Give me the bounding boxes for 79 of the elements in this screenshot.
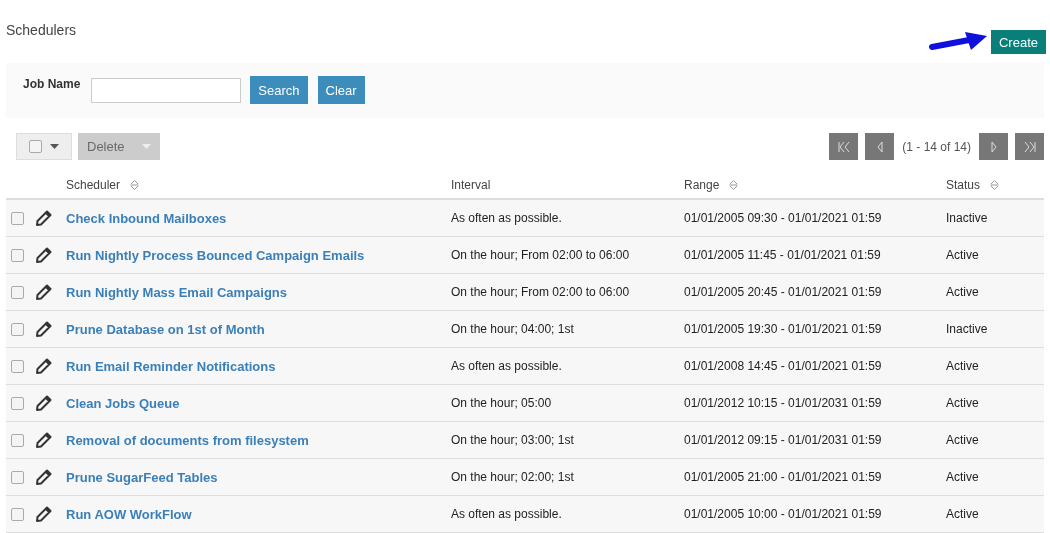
scheduler-link[interactable]: Clean Jobs Queue — [66, 395, 180, 411]
last-page-button[interactable] — [1015, 133, 1044, 160]
scheduler-link[interactable]: Run Nightly Process Bounced Campaign Emails — [66, 247, 365, 263]
scheduler-link[interactable]: Run Nightly Mass Email Campaigns — [66, 284, 288, 300]
pencil-icon[interactable] — [36, 395, 52, 411]
next-page-button[interactable] — [979, 133, 1008, 160]
range-cell-text: 01/01/2005 21:00 - 01/01/2021 01:59 — [684, 470, 883, 484]
pencil-icon[interactable] — [36, 432, 52, 448]
row-checkbox[interactable] — [11, 470, 24, 484]
range-cell-text: 01/01/2005 10:00 - 01/01/2021 01:59 — [684, 507, 883, 521]
sort-icon — [729, 179, 739, 191]
job-name-field[interactable] — [91, 77, 242, 103]
interval-cell-text: On the hour; From 02:00 to 06:00 — [451, 248, 631, 262]
search-button[interactable]: Search — [250, 76, 308, 105]
last-page-icon — [1023, 141, 1036, 152]
scheduler-link[interactable]: Check Inbound Mailboxes — [66, 210, 227, 226]
triangle-left-icon — [876, 141, 883, 152]
column-header[interactable]: Range — [684, 178, 739, 192]
first-page-icon — [837, 141, 850, 152]
range-cell-text: 01/01/2008 14:45 - 01/01/2021 01:59 — [684, 359, 883, 373]
pencil-icon[interactable] — [36, 247, 52, 263]
status-cell-text: Active — [946, 507, 980, 521]
first-page-button[interactable] — [829, 133, 859, 160]
interval-cell-text: On the hour; 04:00; 1st — [451, 322, 575, 336]
interval-cell-text: On the hour; 05:00 — [451, 396, 553, 410]
interval-cell-text: As often as possible. — [451, 359, 563, 373]
status-cell-text: Active — [946, 433, 980, 447]
caret-icon — [142, 144, 151, 149]
scheduler-link[interactable]: Prune SugarFeed Tables — [66, 469, 218, 485]
status-cell-text: Active — [946, 248, 980, 262]
pencil-icon[interactable] — [36, 210, 52, 226]
status-cell-text: Inactive — [946, 211, 989, 225]
sort-icon — [990, 179, 1000, 191]
row-checkbox[interactable] — [11, 433, 24, 447]
sort-icon — [130, 179, 140, 191]
range-cell-text: 01/01/2005 20:45 - 01/01/2021 01:59 — [684, 285, 883, 299]
pencil-icon[interactable] — [36, 506, 52, 522]
caret-icon — [50, 144, 59, 149]
pencil-icon[interactable] — [36, 321, 52, 337]
scheduler-link[interactable]: Prune Database on 1st of Month — [66, 321, 265, 337]
status-cell-text: Inactive — [946, 322, 989, 336]
status-cell-text: Active — [946, 359, 980, 373]
range-cell-text: 01/01/2012 09:15 - 01/01/2031 01:59 — [684, 433, 883, 447]
interval-cell-text: On the hour; 02:00; 1st — [451, 470, 575, 484]
row-checkbox[interactable] — [11, 285, 24, 299]
column-header[interactable]: Scheduler — [66, 178, 140, 192]
row-checkbox[interactable] — [11, 322, 24, 336]
create-button[interactable]: Create — [990, 30, 1046, 54]
job-name-label: Job Name — [23, 76, 81, 91]
interval-cell-text: As often as possible. — [451, 507, 563, 521]
interval-cell-text: As often as possible. — [451, 211, 563, 225]
page-title: Schedulers — [6, 22, 77, 38]
row-checkbox[interactable] — [11, 507, 24, 521]
pencil-icon[interactable] — [36, 358, 52, 374]
range-cell-text: 01/01/2012 10:15 - 01/01/2031 01:59 — [684, 396, 883, 410]
status-cell-text: Active — [946, 285, 980, 299]
interval-cell-text: On the hour; From 02:00 to 06:00 — [451, 285, 631, 299]
row-checkbox[interactable] — [11, 211, 24, 225]
status-cell-text: Active — [946, 396, 980, 410]
row-checkbox[interactable] — [11, 396, 24, 410]
range-cell-text: 01/01/2005 19:30 - 01/01/2021 01:59 — [684, 322, 883, 336]
pencil-icon[interactable] — [36, 469, 52, 485]
previous-page-button[interactable] — [865, 133, 895, 160]
triangle-right-icon — [990, 141, 997, 152]
interval-cell-text: On the hour; 03:00; 1st — [451, 433, 575, 447]
select-all-dropdown[interactable] — [16, 133, 72, 160]
scheduler-link[interactable]: Run Email Reminder Notifications — [66, 358, 276, 374]
row-checkbox[interactable] — [11, 248, 24, 262]
scheduler-link[interactable]: Removal of documents from filesystem — [66, 432, 309, 448]
scheduler-link[interactable]: Run AOW WorkFlow — [66, 506, 192, 522]
range-cell-text: 01/01/2005 11:45 - 01/01/2021 01:59 — [684, 248, 882, 262]
pencil-icon[interactable] — [36, 284, 52, 300]
pagination-count: (1 - 14 of 14) — [902, 139, 971, 154]
status-cell-text: Active — [946, 470, 980, 484]
row-checkbox[interactable] — [11, 359, 24, 373]
clear-button[interactable]: Clear — [317, 76, 365, 105]
range-cell-text: 01/01/2005 09:30 - 01/01/2021 01:59 — [684, 211, 883, 225]
column-header[interactable]: Status — [946, 178, 1000, 192]
column-header: Interval — [451, 178, 491, 192]
